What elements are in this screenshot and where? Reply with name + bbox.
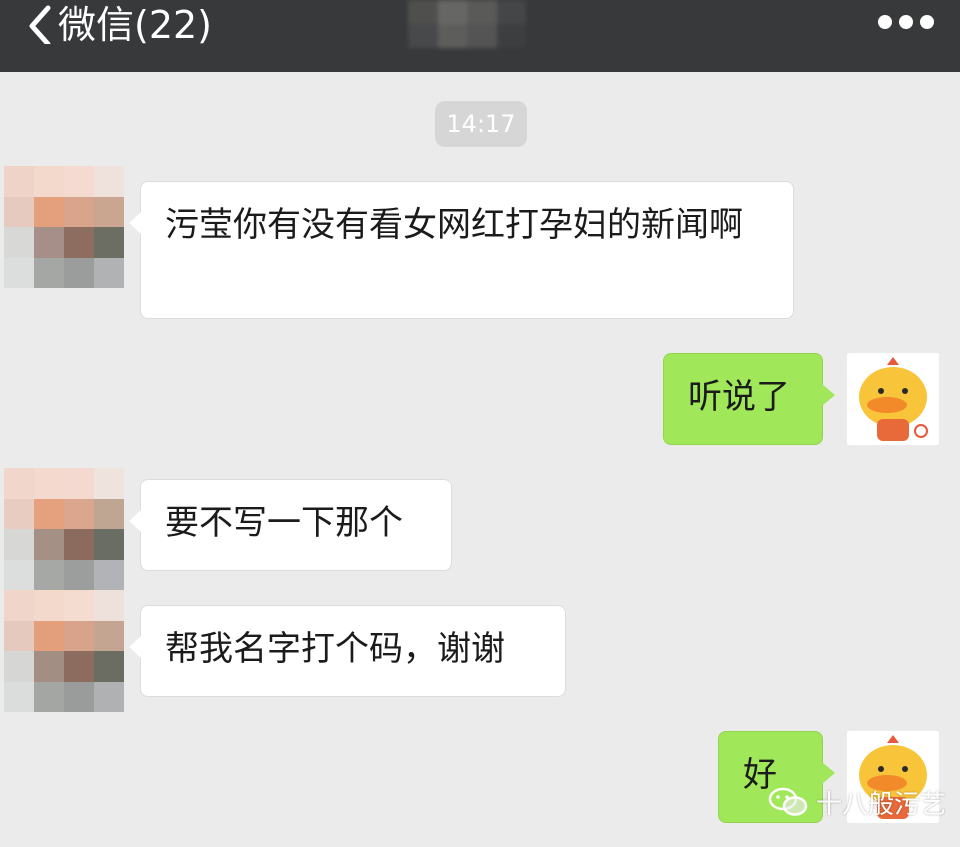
message-bubble-incoming[interactable]: 污莹你有没有看女网红打孕妇的新闻啊 [129, 181, 794, 319]
avatar-obscured[interactable] [4, 166, 124, 288]
more-dots-icon[interactable] [878, 14, 934, 30]
timestamp-pill: 14:17 [435, 101, 527, 147]
my-avatar[interactable] [847, 353, 939, 445]
back-button-label[interactable]: 微信(22) [58, 2, 212, 48]
wechat-logo-icon [768, 787, 808, 816]
avatar-obscured[interactable] [4, 590, 124, 712]
message-bubble-incoming[interactable]: 帮我名字打个码，谢谢 [129, 605, 566, 697]
message-text: 听说了 [688, 377, 790, 417]
navigation-bar: 微信(22) [0, 0, 960, 72]
duck-avatar-icon [859, 357, 928, 441]
message-text: 帮我名字打个码，谢谢 [165, 629, 505, 669]
message-bubble-outgoing[interactable]: 听说了 [663, 353, 835, 445]
message-text: 要不写一下那个 [165, 503, 403, 543]
message-bubble-incoming[interactable]: 要不写一下那个 [129, 479, 452, 571]
contact-name-obscured [408, 0, 526, 48]
watermark: 十八般污艺 [768, 782, 946, 822]
message-text: 污莹你有没有看女网红打孕妇的新闻啊 [165, 205, 743, 245]
watermark-text: 十八般污艺 [816, 789, 947, 820]
avatar-obscured[interactable] [4, 468, 124, 590]
